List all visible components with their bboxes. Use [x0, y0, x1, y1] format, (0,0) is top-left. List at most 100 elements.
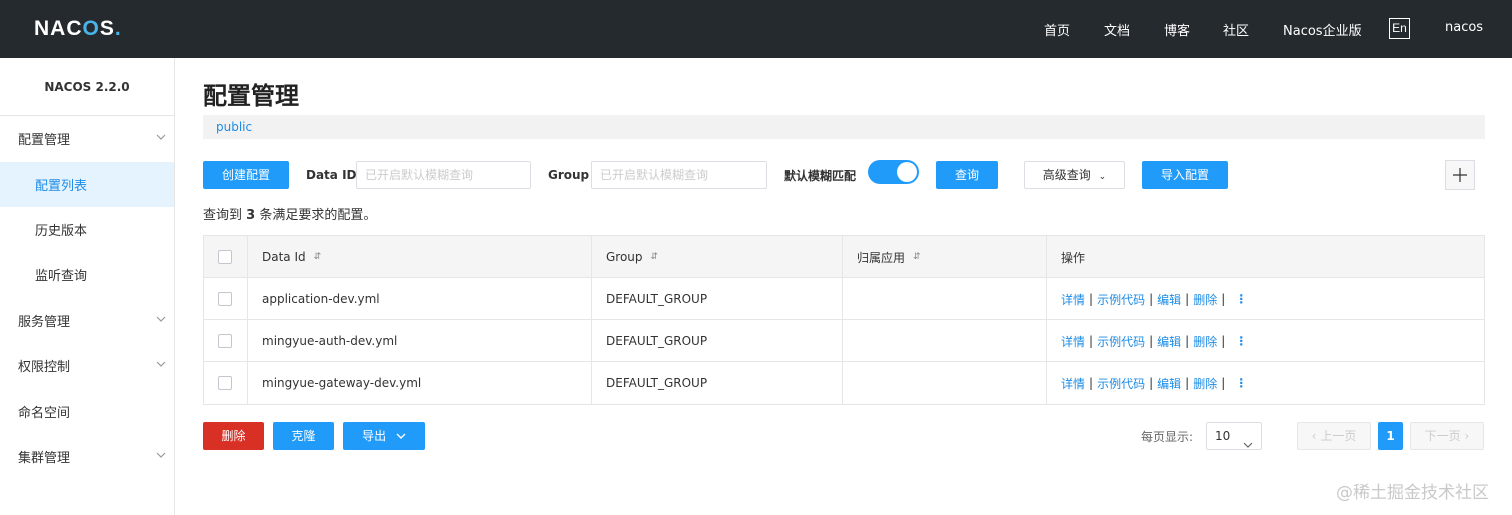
edit-link[interactable]: 编辑	[1157, 375, 1181, 392]
nav-docs[interactable]: 文档	[1104, 20, 1130, 39]
sort-icon[interactable]: ⇵	[314, 252, 322, 262]
header-label: Group	[606, 250, 643, 264]
sidebar-item-cluster-management[interactable]: 集群管理	[0, 434, 174, 479]
advanced-search-button[interactable]: 高级查询 ⌄	[1024, 161, 1125, 189]
sidebar-item-config-list[interactable]: 配置列表	[0, 162, 174, 207]
page-title: 配置管理	[203, 82, 299, 110]
header-label: 操作	[1061, 250, 1086, 265]
details-link[interactable]: 详情	[1061, 291, 1085, 308]
nacos-logo[interactable]: NACOS.	[34, 17, 122, 41]
more-vertical-icon[interactable]: ⋮	[1235, 292, 1247, 306]
config-table: Data Id ⇵ Group ⇵ 归属应用 ⇵ 操作 application-dev…	[203, 235, 1485, 405]
cell-dataid: application-dev.yml	[248, 278, 592, 320]
add-icon-button[interactable]	[1445, 160, 1475, 190]
select-all-checkbox[interactable]	[218, 250, 232, 264]
fuzzy-match-toggle[interactable]	[868, 160, 919, 184]
row-checkbox-cell	[204, 320, 248, 362]
namespace-public-link[interactable]: public	[216, 120, 252, 134]
clone-button[interactable]: 克隆	[273, 422, 334, 450]
sort-icon[interactable]: ⇵	[651, 252, 659, 262]
row-checkbox[interactable]	[218, 334, 232, 348]
cell-group: DEFAULT_GROUP	[592, 320, 843, 362]
cell-dataid: mingyue-auth-dev.yml	[248, 320, 592, 362]
prev-label: 上一页	[1320, 429, 1357, 443]
page-size-select[interactable]: 10	[1206, 422, 1262, 450]
header-dataid[interactable]: Data Id ⇵	[248, 236, 592, 278]
delete-link[interactable]: 删除	[1193, 333, 1217, 350]
sample-code-link[interactable]: 示例代码	[1097, 333, 1145, 350]
current-page-button[interactable]: 1	[1378, 422, 1403, 450]
page-size-value: 10	[1215, 429, 1231, 443]
result-summary: 查询到 3 条满足要求的配置。	[203, 204, 376, 223]
export-button[interactable]: 导出	[343, 422, 425, 450]
sample-code-link[interactable]: 示例代码	[1097, 375, 1145, 392]
edit-link[interactable]: 编辑	[1157, 291, 1181, 308]
top-navbar: NACOS. 首页 文档 博客 社区 Nacos企业版 En nacos	[0, 0, 1512, 58]
main-content: 配置管理 public 创建配置 Data ID Group 默认模糊匹配 查询…	[175, 58, 1512, 515]
chevron-right-icon: ›	[1464, 429, 1470, 443]
sidebar-item-label: 配置管理	[18, 133, 71, 148]
edit-link[interactable]: 编辑	[1157, 333, 1181, 350]
sidebar-version-title: NACOS 2.2.0	[0, 58, 174, 116]
sidebar-item-listener-query[interactable]: 监听查询	[0, 252, 174, 297]
next-page-button[interactable]: 下一页 ›	[1410, 422, 1484, 450]
nav-home[interactable]: 首页	[1044, 20, 1070, 39]
more-vertical-icon[interactable]: ⋮	[1235, 376, 1247, 390]
user-menu[interactable]: nacos	[1445, 20, 1483, 35]
nav-blog[interactable]: 博客	[1164, 20, 1190, 39]
delete-link[interactable]: 删除	[1193, 291, 1217, 308]
table-row: mingyue-gateway-dev.yml DEFAULT_GROUP 详情…	[204, 362, 1484, 404]
search-button[interactable]: 查询	[936, 161, 998, 189]
row-checkbox[interactable]	[218, 292, 232, 306]
group-search-input[interactable]	[591, 161, 767, 189]
namespace-bar: public	[203, 115, 1485, 139]
advanced-search-label: 高级查询	[1042, 168, 1091, 182]
sidebar-item-access-control[interactable]: 权限控制	[0, 343, 174, 388]
import-config-button[interactable]: 导入配置	[1142, 161, 1228, 189]
sidebar-item-namespace[interactable]: 命名空间	[0, 389, 174, 434]
nav-community[interactable]: 社区	[1223, 20, 1249, 39]
sidebar-item-label: 服务管理	[18, 315, 71, 330]
sidebar-item-label: 集群管理	[18, 451, 71, 466]
chevron-left-icon: ‹	[1311, 429, 1317, 443]
nav-enterprise[interactable]: Nacos企业版	[1283, 20, 1362, 39]
create-config-button[interactable]: 创建配置	[203, 161, 289, 189]
chevron-down-icon	[1243, 432, 1253, 458]
plus-icon	[1453, 168, 1467, 182]
language-switch-button[interactable]: En	[1389, 18, 1410, 39]
chevron-down-icon: ⌄	[1098, 172, 1107, 182]
summary-prefix: 查询到	[203, 208, 243, 223]
sample-code-link[interactable]: 示例代码	[1097, 291, 1145, 308]
sidebar-item-service-management[interactable]: 服务管理	[0, 298, 174, 343]
cell-operations: 详情 | 示例代码 | 编辑 | 删除 | ⋮	[1061, 291, 1248, 308]
dataid-search-input[interactable]	[356, 161, 531, 189]
row-checkbox-cell	[204, 362, 248, 404]
prev-page-button[interactable]: ‹ 上一页	[1297, 422, 1371, 450]
dataid-label: Data ID	[306, 168, 357, 182]
sidebar-item-label: 权限控制	[18, 360, 71, 375]
chevron-up-icon	[156, 133, 166, 141]
sidebar-item-config-management[interactable]: 配置管理	[0, 116, 174, 161]
cell-group: DEFAULT_GROUP	[592, 362, 843, 404]
row-checkbox[interactable]	[218, 376, 232, 390]
delete-link[interactable]: 删除	[1193, 375, 1217, 392]
summary-count: 3	[246, 208, 256, 223]
cell-app	[843, 320, 1047, 362]
sidebar-item-history[interactable]: 历史版本	[0, 207, 174, 252]
table-header-row: Data Id ⇵ Group ⇵ 归属应用 ⇵ 操作	[204, 236, 1484, 278]
details-link[interactable]: 详情	[1061, 333, 1085, 350]
sort-icon[interactable]: ⇵	[913, 252, 921, 262]
header-group[interactable]: Group ⇵	[592, 236, 843, 278]
sidebar-item-label: 监听查询	[35, 269, 88, 284]
cell-app	[843, 278, 1047, 320]
sidebar-item-label: 命名空间	[18, 406, 71, 421]
cell-group: DEFAULT_GROUP	[592, 278, 843, 320]
batch-delete-button[interactable]: 删除	[203, 422, 264, 450]
header-operations: 操作	[1047, 236, 1484, 278]
chevron-down-icon	[396, 429, 406, 443]
more-vertical-icon[interactable]: ⋮	[1235, 334, 1247, 348]
chevron-down-icon	[156, 360, 166, 368]
details-link[interactable]: 详情	[1061, 375, 1085, 392]
watermark: @稀土掘金技术社区	[1336, 483, 1489, 503]
header-app[interactable]: 归属应用 ⇵	[843, 236, 1047, 278]
